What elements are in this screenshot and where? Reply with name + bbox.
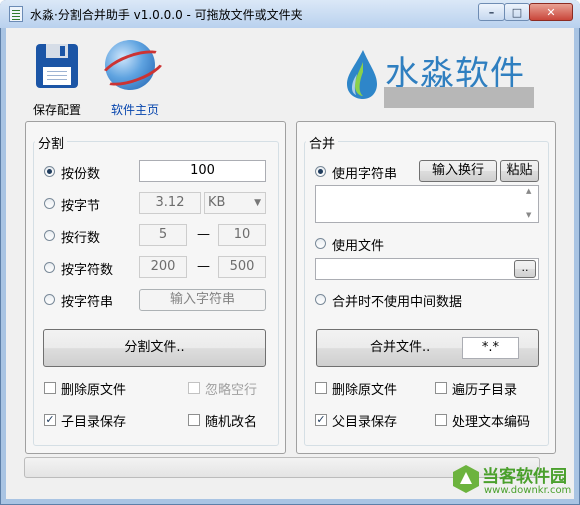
split-group-title: 分割 <box>35 133 68 152</box>
by-bytes-input[interactable]: 3.12 <box>139 192 201 214</box>
no-temp-radio[interactable] <box>315 294 326 305</box>
by-string-label[interactable]: 按字符串 <box>61 291 113 310</box>
chevron-down-icon: ▼ <box>254 198 261 208</box>
input-newline-button[interactable]: 输入换行 <box>419 160 497 182</box>
by-chars-from-input[interactable]: 200 <box>139 256 187 278</box>
by-count-label[interactable]: 按份数 <box>61 163 100 182</box>
logo-subtitle-bar <box>384 87 534 108</box>
range-dash: — <box>197 259 210 274</box>
minimize-button[interactable]: – <box>478 3 505 21</box>
by-count-radio[interactable] <box>44 166 55 177</box>
bytes-unit-value: KB <box>208 195 226 210</box>
save-config-icon[interactable] <box>36 44 78 88</box>
by-lines-radio[interactable] <box>44 230 55 241</box>
random-rename-checkbox[interactable] <box>188 414 200 426</box>
bytes-unit-select[interactable]: KB ▼ <box>204 192 266 214</box>
input-string-button[interactable]: 输入字符串 <box>139 289 266 311</box>
by-lines-label[interactable]: 按行数 <box>61 227 100 246</box>
site-watermark: 当客软件园 www.downkr.com <box>452 462 576 502</box>
use-string-radio[interactable] <box>315 166 326 177</box>
use-string-label[interactable]: 使用字符串 <box>332 163 397 182</box>
globe-icon[interactable] <box>96 40 170 93</box>
by-chars-label[interactable]: 按字符数 <box>61 259 113 278</box>
range-dash: — <box>197 227 210 242</box>
by-lines-to-input[interactable]: 10 <box>218 224 266 246</box>
use-file-radio[interactable] <box>315 238 326 249</box>
textarea-scrollbar[interactable]: ▲ ▼ <box>522 186 538 222</box>
by-lines-from-input[interactable]: 5 <box>139 224 187 246</box>
scroll-down-icon[interactable]: ▼ <box>526 211 531 219</box>
process-encoding-label[interactable]: 处理文本编码 <box>452 411 530 430</box>
maximize-button[interactable]: □ <box>504 3 530 21</box>
by-bytes-radio[interactable] <box>44 198 55 209</box>
by-bytes-label[interactable]: 按字节 <box>61 195 100 214</box>
split-file-button[interactable]: 分割文件.. <box>43 329 266 367</box>
by-string-radio[interactable] <box>44 294 55 305</box>
window-title: 水淼·分割合并助手 v1.0.0.0 - 可拖放文件或文件夹 <box>30 8 303 22</box>
close-button[interactable]: ✕ <box>529 3 573 21</box>
merge-delete-source-checkbox[interactable] <box>315 382 327 394</box>
delete-source-checkbox[interactable] <box>44 382 56 394</box>
no-temp-label[interactable]: 合并时不使用中间数据 <box>332 291 462 310</box>
app-icon <box>9 6 23 22</box>
subdir-save-checkbox[interactable]: ✓ <box>44 414 56 426</box>
file-filter-input[interactable]: *.* <box>462 337 519 359</box>
traverse-subdirs-checkbox[interactable] <box>435 382 447 394</box>
delete-source-label[interactable]: 删除原文件 <box>61 379 126 398</box>
scroll-up-icon[interactable]: ▲ <box>526 187 531 195</box>
subdir-save-label[interactable]: 子目录保存 <box>61 411 126 430</box>
merge-file-button-label: 合并文件.. <box>370 340 431 355</box>
homepage-link[interactable]: 软件主页 <box>111 101 159 118</box>
parent-dir-save-label[interactable]: 父目录保存 <box>332 411 397 430</box>
ignore-blank-label[interactable]: 忽略空行 <box>205 379 257 398</box>
parent-dir-save-checkbox[interactable]: ✓ <box>315 414 327 426</box>
traverse-subdirs-label[interactable]: 遍历子目录 <box>452 379 517 398</box>
watermark-url: www.downkr.com <box>484 485 572 496</box>
by-chars-to-input[interactable]: 500 <box>218 256 266 278</box>
merge-delete-source-label[interactable]: 删除原文件 <box>332 379 397 398</box>
process-encoding-checkbox[interactable] <box>435 414 447 426</box>
water-drop-logo-icon <box>347 50 377 99</box>
save-config-label[interactable]: 保存配置 <box>33 101 81 118</box>
separator-textarea[interactable]: ▲ ▼ <box>315 185 539 223</box>
browse-button[interactable]: .. <box>514 260 536 278</box>
ignore-blank-checkbox[interactable] <box>188 382 200 394</box>
separator-file-input[interactable] <box>315 258 539 280</box>
by-count-input[interactable]: 100 <box>139 160 266 182</box>
random-rename-label[interactable]: 随机改名 <box>205 411 257 430</box>
watermark-brand: 当客软件园 <box>482 467 567 487</box>
merge-group-title: 合并 <box>306 133 339 152</box>
watermark-logo-icon <box>453 465 479 493</box>
paste-button[interactable]: 粘贴 <box>500 160 539 182</box>
by-chars-radio[interactable] <box>44 262 55 273</box>
use-file-label[interactable]: 使用文件 <box>332 235 384 254</box>
